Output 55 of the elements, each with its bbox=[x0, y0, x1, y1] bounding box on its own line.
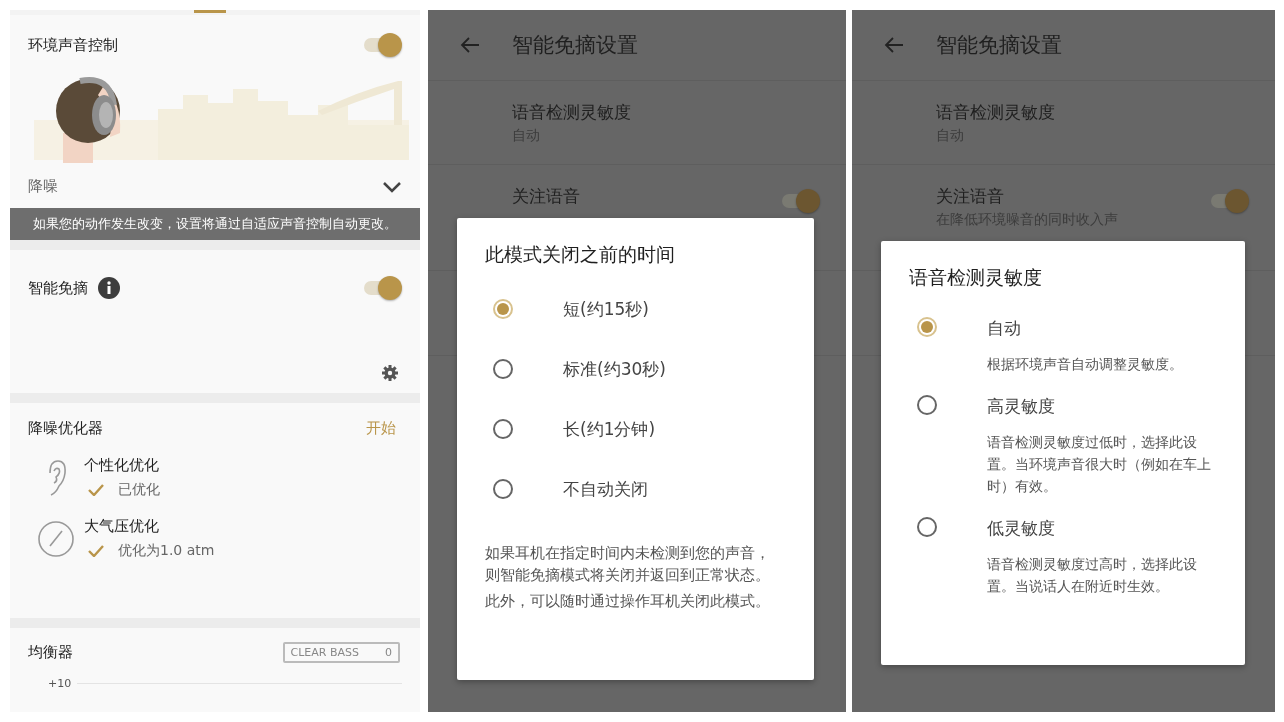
back-arrow-icon bbox=[460, 37, 480, 53]
clear-bass-button[interactable]: CLEAR BASS 0 bbox=[282, 642, 400, 663]
clear-bass-value: 0 bbox=[385, 646, 392, 659]
section-title: 均衡器 bbox=[28, 643, 73, 662]
option-label: 高灵敏度 bbox=[987, 395, 1056, 417]
status-text: 优化为1.0 atm bbox=[118, 542, 215, 560]
option-label: 短(约15秒) bbox=[563, 298, 649, 320]
checkmark-icon bbox=[88, 545, 104, 557]
option-label: 不自动关闭 bbox=[563, 478, 648, 500]
clear-bass-label: CLEAR BASS bbox=[290, 646, 359, 659]
toggle-switch[interactable] bbox=[364, 276, 402, 300]
toggle-switch[interactable] bbox=[1211, 189, 1249, 213]
mode-label: 降噪 bbox=[28, 177, 58, 197]
option-label: 长(约1分钟) bbox=[563, 418, 656, 440]
option-description: 语音检测灵敏度过低时，选择此设置。当环境声音很大时（例如在车上时）有效。 bbox=[987, 433, 1212, 496]
setting-title: 关注语音 bbox=[512, 185, 580, 208]
page-title: 智能免摘设置 bbox=[936, 32, 1062, 59]
setting-title: 语音检测灵敏度 bbox=[512, 100, 631, 124]
axis-label: +10 bbox=[48, 677, 72, 690]
radio-button[interactable] bbox=[493, 359, 513, 379]
dialog-note: 此外，可以随时通过操作耳机关闭此模式。 bbox=[485, 591, 771, 612]
item-title: 大气压优化 bbox=[84, 517, 160, 536]
dialog-title: 此模式关闭之前的时间 bbox=[485, 242, 676, 267]
setting-title: 智能免摘 bbox=[28, 278, 88, 298]
option-description: 根据环境声音自动调整灵敏度。 bbox=[987, 355, 1184, 374]
option-label: 自动 bbox=[987, 317, 1022, 339]
radio-button[interactable] bbox=[493, 299, 513, 319]
start-link[interactable]: 开始 bbox=[366, 419, 402, 438]
tab-indicator bbox=[194, 10, 226, 13]
back-arrow-icon bbox=[884, 37, 904, 53]
gauge-icon bbox=[37, 519, 75, 558]
section-title: 降噪优化器 bbox=[28, 419, 103, 438]
radio-button[interactable] bbox=[493, 419, 513, 439]
radio-button[interactable] bbox=[917, 395, 937, 415]
setting-title: 环境声音控制 bbox=[28, 35, 118, 55]
setting-title: 关注语音 bbox=[936, 185, 1005, 208]
radio-button[interactable] bbox=[493, 479, 513, 499]
settings-icon bbox=[382, 365, 398, 381]
option-description: 语音检测灵敏度过高时，选择此设置。当说话人在附近时生效。 bbox=[987, 555, 1198, 596]
option-label: 低灵敏度 bbox=[987, 517, 1056, 539]
notice-banner: 如果您的动作发生改变，设置将通过自适应声音控制自动更改。 bbox=[10, 208, 420, 240]
radio-button[interactable] bbox=[917, 317, 937, 337]
page-title: 智能免摘设置 bbox=[512, 32, 638, 59]
info-icon bbox=[98, 277, 120, 299]
setting-title: 语音检测灵敏度 bbox=[936, 100, 1055, 124]
toggle-switch[interactable] bbox=[364, 33, 402, 58]
checkmark-icon bbox=[88, 484, 104, 496]
dialog-title: 语音检测灵敏度 bbox=[909, 265, 1043, 290]
status-text: 已优化 bbox=[118, 481, 160, 499]
chevron-down-icon bbox=[382, 180, 402, 193]
radio-button[interactable] bbox=[917, 517, 937, 537]
option-label: 标准(约30秒) bbox=[563, 358, 666, 380]
item-title: 个性化优化 bbox=[84, 456, 160, 475]
dialog-note: 如果耳机在指定时间内未检测到您的声音，则智能免摘模式将关闭并返回到正常状态。 bbox=[485, 543, 771, 586]
toggle-switch[interactable] bbox=[782, 189, 820, 213]
